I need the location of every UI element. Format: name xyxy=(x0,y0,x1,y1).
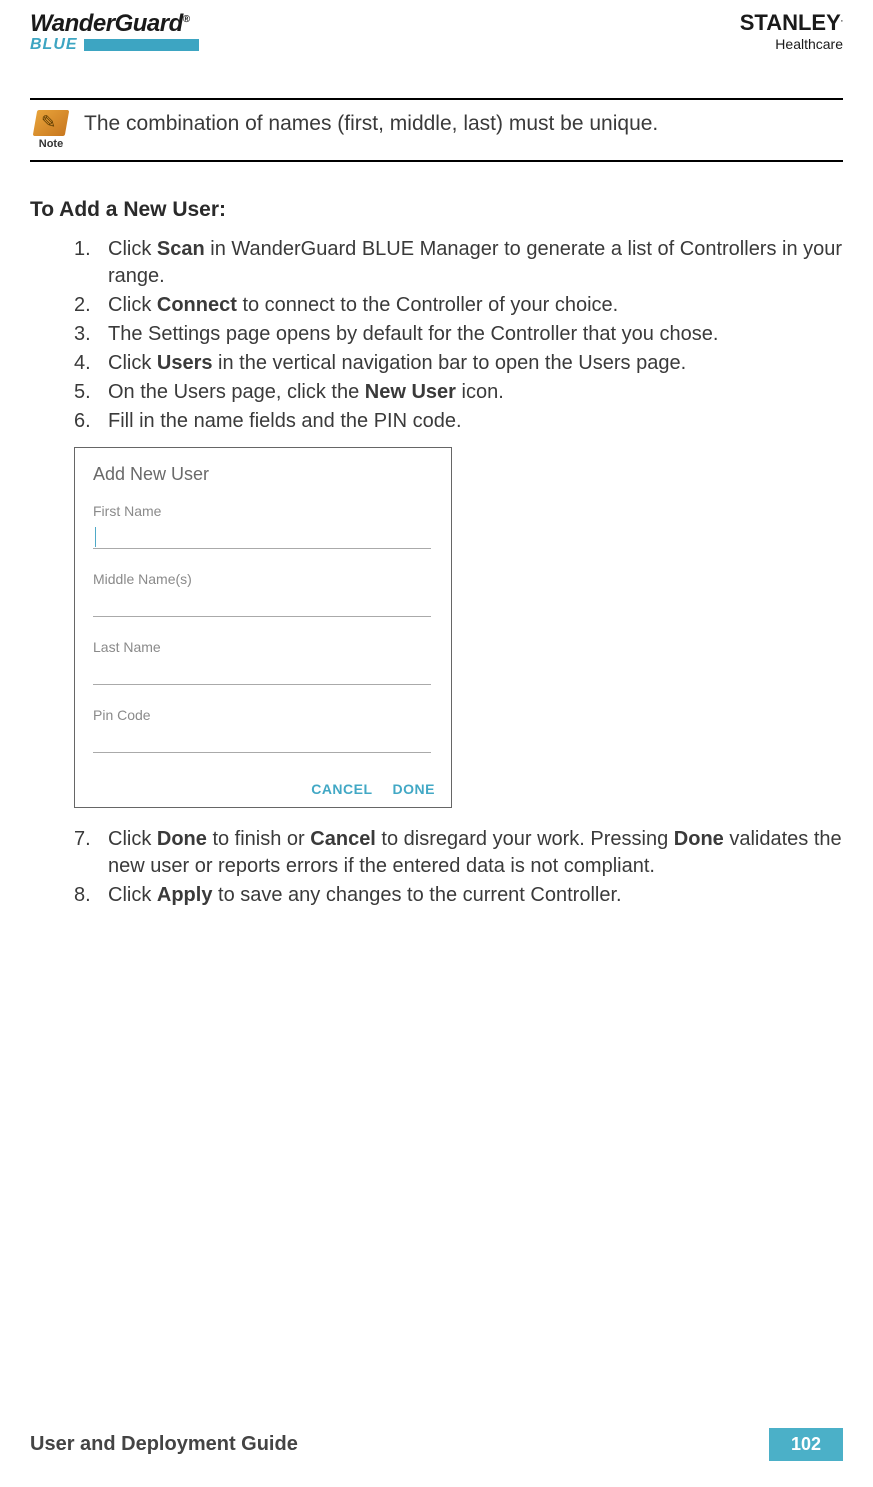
page-header: WanderGuard® BLUE STANLEY. Healthcare xyxy=(30,10,843,60)
steps-list-2: 7.Click Done to finish or Cancel to disr… xyxy=(30,826,843,911)
step-number: 3. xyxy=(74,321,108,348)
done-button[interactable]: DONE xyxy=(393,781,435,797)
pin-code-field: Pin Code xyxy=(93,707,445,753)
field-label: First Name xyxy=(93,503,445,519)
logo-blue-row: BLUE xyxy=(30,36,199,54)
step-number: 4. xyxy=(74,350,108,377)
step-item: 6.Fill in the name fields and the PIN co… xyxy=(74,408,843,435)
field-label: Middle Name(s) xyxy=(93,571,445,587)
step-body: Click Connect to connect to the Controll… xyxy=(108,292,843,319)
step-number: 2. xyxy=(74,292,108,319)
note-label: Note xyxy=(39,138,63,150)
step-item: 2.Click Connect to connect to the Contro… xyxy=(74,292,843,319)
first-name-input[interactable] xyxy=(93,527,431,549)
page: WanderGuard® BLUE STANLEY. Healthcare No… xyxy=(0,0,873,1487)
pin-code-input[interactable] xyxy=(93,731,431,753)
section-heading: To Add a New User: xyxy=(30,198,843,222)
step-item: 8.Click Apply to save any changes to the… xyxy=(74,882,843,909)
logo-blue-text: BLUE xyxy=(30,36,78,54)
step-item: 1.Click Scan in WanderGuard BLUE Manager… xyxy=(74,236,843,290)
step-body: Fill in the name fields and the PIN code… xyxy=(108,408,843,435)
note-icon-wrap: Note xyxy=(30,110,72,150)
steps-list-1: 1.Click Scan in WanderGuard BLUE Manager… xyxy=(30,236,843,437)
logo-text: WanderGuard® xyxy=(30,10,199,38)
page-number: 102 xyxy=(769,1428,843,1461)
step-body: The Settings page opens by default for t… xyxy=(108,321,843,348)
logo-top-text: WanderGuard xyxy=(30,10,183,37)
page-footer: User and Deployment Guide 102 xyxy=(30,1428,843,1467)
cancel-button[interactable]: CANCEL xyxy=(311,781,372,797)
registered-mark: ® xyxy=(183,14,190,25)
step-number: 7. xyxy=(74,826,108,880)
step-item: 5.On the Users page, click the New User … xyxy=(74,379,843,406)
step-body: Click Apply to save any changes to the c… xyxy=(108,882,843,909)
step-number: 5. xyxy=(74,379,108,406)
step-body: Click Done to finish or Cancel to disreg… xyxy=(108,826,843,880)
step-item: 4.Click Users in the vertical navigation… xyxy=(74,350,843,377)
field-label: Pin Code xyxy=(93,707,445,723)
healthcare-text: Healthcare xyxy=(740,36,843,52)
footer-guide-title: User and Deployment Guide xyxy=(30,1433,298,1456)
middle-name-input[interactable] xyxy=(93,595,431,617)
step-item: 7.Click Done to finish or Cancel to disr… xyxy=(74,826,843,880)
logo-blue-bar xyxy=(84,39,199,51)
step-number: 6. xyxy=(74,408,108,435)
step-item: 3.The Settings page opens by default for… xyxy=(74,321,843,348)
step-body: On the Users page, click the New User ic… xyxy=(108,379,843,406)
dialog-button-row: CANCEL DONE xyxy=(93,775,445,801)
stanley-text: STANLEY. xyxy=(740,10,843,36)
note-callout: Note The combination of names (first, mi… xyxy=(30,98,843,162)
last-name-field: Last Name xyxy=(93,639,445,685)
step-body: Click Scan in WanderGuard BLUE Manager t… xyxy=(108,236,843,290)
dialog-title: Add New User xyxy=(93,464,445,485)
note-text: The combination of names (first, middle,… xyxy=(84,110,658,136)
first-name-field: First Name xyxy=(93,503,445,549)
stanley-logo: STANLEY. Healthcare xyxy=(740,10,843,52)
step-number: 1. xyxy=(74,236,108,290)
step-number: 8. xyxy=(74,882,108,909)
last-name-input[interactable] xyxy=(93,663,431,685)
add-user-dialog: Add New User First Name Middle Name(s) L… xyxy=(74,447,452,808)
middle-name-field: Middle Name(s) xyxy=(93,571,445,617)
wanderguard-logo: WanderGuard® BLUE xyxy=(30,10,199,54)
text-cursor xyxy=(95,527,96,547)
note-pencil-icon xyxy=(33,110,70,136)
field-label: Last Name xyxy=(93,639,445,655)
step-body: Click Users in the vertical navigation b… xyxy=(108,350,843,377)
